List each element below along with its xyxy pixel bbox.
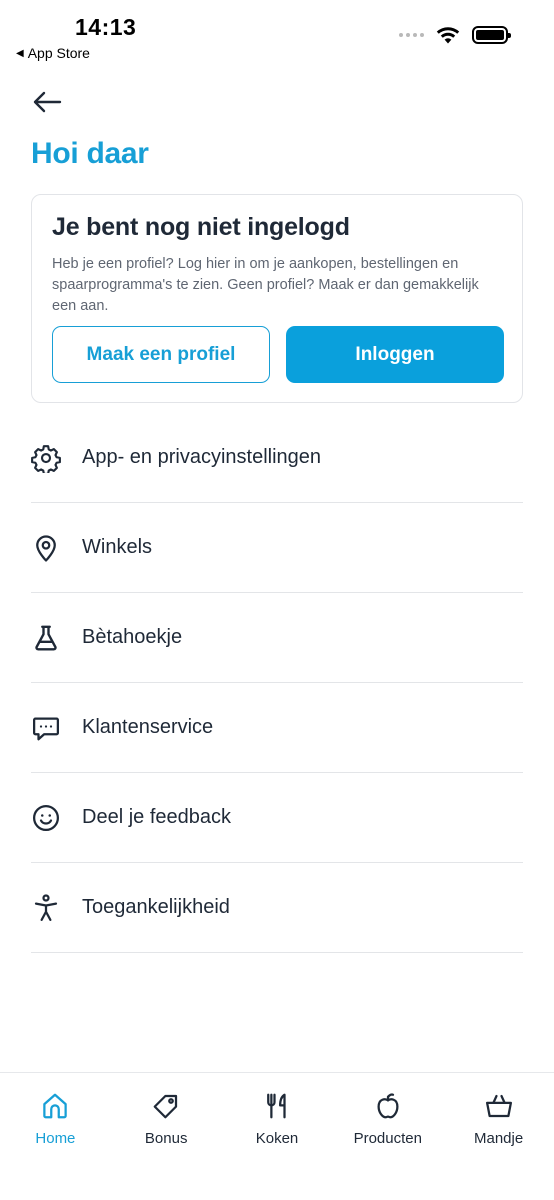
status-bar: 14:13 ◀ App Store <box>0 0 554 70</box>
login-card-buttons: Maak een profiel Inloggen <box>52 326 504 383</box>
app-store-back-link[interactable]: ◀ App Store <box>16 45 90 61</box>
arrow-left-icon <box>33 91 62 113</box>
login-card: Je bent nog niet ingelogd Heb je een pro… <box>31 194 523 403</box>
menu-item-customer-service[interactable]: Klantenservice <box>31 683 523 773</box>
nav-label: Koken <box>255 1130 299 1147</box>
home-icon <box>39 1090 71 1122</box>
account-screen: 14:13 ◀ App Store Hoi daar Je bent nog n… <box>0 0 554 1200</box>
nav-products[interactable]: Producten <box>332 1073 443 1200</box>
menu-item-share-feedback[interactable]: Deel je feedback <box>31 773 523 863</box>
menu-item-label: Toegankelijkheid <box>82 896 230 918</box>
tag-icon <box>150 1090 182 1122</box>
menu-item-beta-corner[interactable]: Bètahoekje <box>31 593 523 683</box>
page-title: Hoi daar <box>31 137 149 170</box>
nav-basket[interactable]: Mandje <box>443 1073 554 1200</box>
login-card-title: Je bent nog niet ingelogd <box>52 213 350 241</box>
app-store-back-label: App Store <box>27 45 90 61</box>
nav-cooking[interactable]: Koken <box>222 1073 333 1200</box>
menu-item-label: Klantenservice <box>82 716 214 738</box>
nav-label: Bonus <box>144 1130 188 1147</box>
back-triangle-icon: ◀ <box>16 47 24 59</box>
nav-label: Mandje <box>473 1130 524 1147</box>
bottom-nav: Home Bonus Koken Producten Mandje <box>0 1072 554 1200</box>
menu-item-label: Winkels <box>82 536 153 558</box>
menu-item-label: App- en privacyinstellingen <box>82 446 322 468</box>
apple-icon <box>372 1090 404 1122</box>
smiley-icon <box>31 803 61 833</box>
nav-label: Home <box>35 1130 76 1147</box>
menu-item-label: Deel je feedback <box>82 806 231 828</box>
wifi-icon <box>436 27 460 44</box>
status-indicators <box>399 26 511 44</box>
nav-bonus[interactable]: Bonus <box>111 1073 222 1200</box>
chat-bubble-icon <box>31 713 61 743</box>
gear-icon <box>31 443 61 473</box>
cutlery-icon <box>261 1090 293 1122</box>
nav-label: Producten <box>353 1130 422 1147</box>
create-profile-button[interactable]: Maak een profiel <box>52 326 270 383</box>
login-card-text: Heb je een profiel? Log hier in om je aa… <box>52 256 479 314</box>
location-pin-icon <box>31 533 61 563</box>
nav-home[interactable]: Home <box>0 1073 111 1200</box>
settings-menu: App- en privacyinstellingen Winkels Bèta… <box>31 413 523 953</box>
menu-item-stores[interactable]: Winkels <box>31 503 523 593</box>
back-button[interactable] <box>30 86 64 118</box>
login-button[interactable]: Inloggen <box>286 326 504 383</box>
menu-item-app-privacy-settings[interactable]: App- en privacyinstellingen <box>31 413 523 503</box>
menu-item-accessibility[interactable]: Toegankelijkheid <box>31 863 523 953</box>
status-time: 14:13 <box>75 14 137 40</box>
battery-icon <box>472 26 511 44</box>
menu-item-label: Bètahoekje <box>82 626 183 648</box>
accessibility-icon <box>31 893 61 923</box>
flask-icon <box>31 623 61 653</box>
basket-icon <box>483 1090 515 1122</box>
cellular-signal-icon <box>399 33 424 37</box>
